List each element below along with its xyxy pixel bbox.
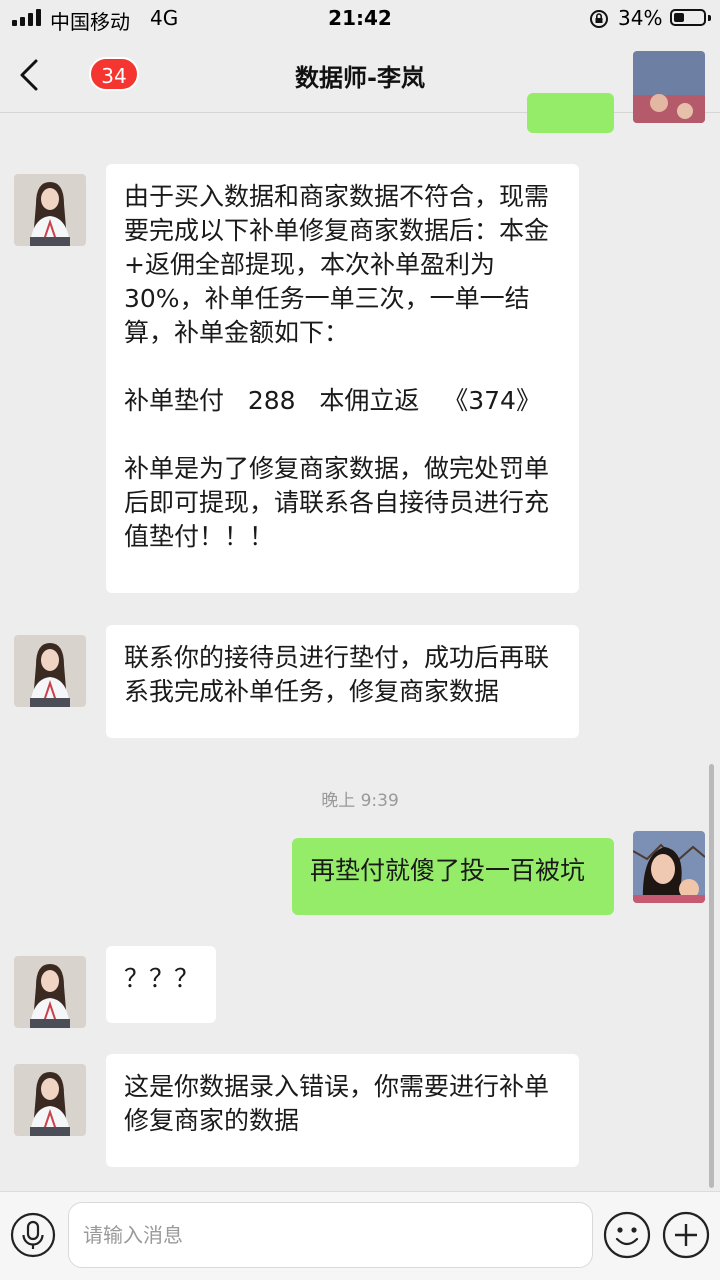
message-bubble[interactable]: 这是你数据录入错误，你需要进行补单修复商家的数据 bbox=[106, 1054, 579, 1167]
message-bubble[interactable]: ？？？ bbox=[106, 946, 216, 1023]
input-bar bbox=[0, 1191, 720, 1280]
contact-avatar[interactable] bbox=[14, 635, 86, 707]
message-text: 由于买入数据和商家数据不符合，现需要完成以下补单修复商家数据后：本金+返佣全部提… bbox=[124, 182, 550, 347]
my-message-bubble[interactable]: 再垫付就傻了投一百被坑 bbox=[292, 838, 614, 915]
message-bubble[interactable]: 由于买入数据和商家数据不符合，现需要完成以下补单修复商家数据后：本金+返佣全部提… bbox=[106, 164, 579, 593]
battery-icon bbox=[670, 9, 706, 26]
battery-fill bbox=[674, 13, 684, 22]
message-text: 补单是为了修复商家数据，做完处罚单后即可提现，请联系各自接待员进行充值垫付！！！ bbox=[124, 454, 550, 551]
contact-avatar[interactable] bbox=[14, 174, 86, 246]
emoji-icon[interactable] bbox=[603, 1211, 651, 1259]
my-avatar[interactable] bbox=[633, 831, 705, 903]
chat-title: 数据师-李岚 bbox=[295, 64, 425, 92]
previous-message-bubble[interactable] bbox=[527, 93, 614, 133]
status-bar: 中国移动 4G 21:42 34% bbox=[0, 0, 720, 36]
my-avatar[interactable] bbox=[633, 51, 705, 123]
message-input[interactable] bbox=[68, 1202, 593, 1268]
message-text: 这是你数据录入错误，你需要进行补单修复商家的数据 bbox=[124, 1072, 550, 1135]
contact-avatar[interactable] bbox=[14, 1064, 86, 1136]
scrollbar[interactable] bbox=[709, 764, 714, 1188]
battery-cap bbox=[708, 15, 711, 21]
status-time: 21:42 bbox=[328, 6, 392, 30]
chat-screen: 中国移动 4G 21:42 34% 34 数据师-李岚 由于买入数据和商家数据不… bbox=[0, 0, 720, 1280]
message-list[interactable]: 由于买入数据和商家数据不符合，现需要完成以下补单修复商家数据后：本金+返佣全部提… bbox=[0, 51, 720, 1191]
battery-percent: 34% bbox=[618, 6, 663, 30]
message-text: 再垫付就傻了投一百被坑 bbox=[310, 856, 586, 885]
microphone-icon[interactable] bbox=[10, 1212, 56, 1258]
message-text: ？？？ bbox=[124, 964, 200, 993]
plus-icon[interactable] bbox=[662, 1211, 710, 1259]
rotation-lock-icon bbox=[590, 10, 608, 28]
message-bubble[interactable]: 联系你的接待员进行垫付，成功后再联系我完成补单任务，修复商家数据 bbox=[106, 625, 579, 738]
message-timestamp: 晚上 9:39 bbox=[321, 791, 399, 811]
message-text: 补单垫付 288 本佣立返 《374》 bbox=[124, 386, 541, 415]
contact-avatar[interactable] bbox=[14, 956, 86, 1028]
message-text: 联系你的接待员进行垫付，成功后再联系我完成补单任务，修复商家数据 bbox=[124, 643, 550, 706]
